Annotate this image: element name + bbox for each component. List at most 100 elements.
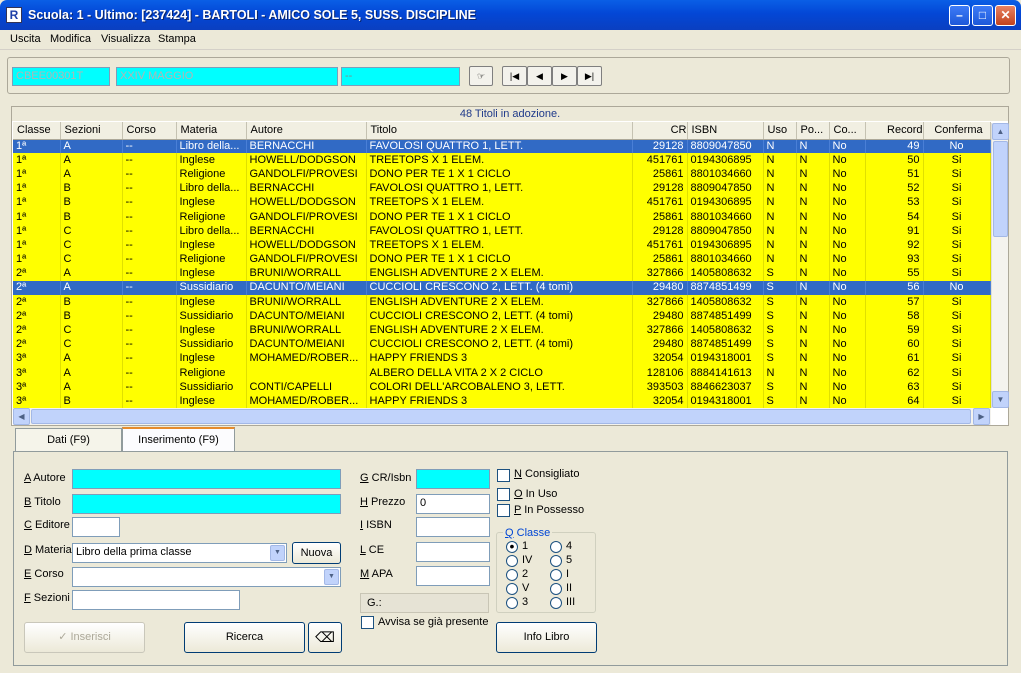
column-header[interactable]: CR [632, 122, 688, 140]
classe-radio[interactable] [550, 555, 562, 567]
table-row[interactable]: 2ª B -- Sussidiario DACUNTO/MEIANI CUCCIOLI C… [13, 309, 991, 324]
nav-first-button[interactable]: |◀ [502, 66, 527, 86]
apa-field[interactable] [416, 566, 490, 586]
titolo-field[interactable] [72, 494, 341, 514]
eraser-icon[interactable]: ⌫ [308, 622, 342, 653]
chevron-down-icon[interactable]: ▼ [324, 569, 339, 585]
table-row[interactable]: 2ª C -- Sussidiario DACUNTO/MEIANI CUCCIOLI C… [13, 337, 991, 352]
books-table[interactable]: Classe Sezioni Corso Materia Autore Titolo CR I… [13, 122, 991, 409]
table-cell: 393503 [632, 380, 688, 395]
table-row[interactable]: 3ª B -- Inglese MOHAMED/ROBER... HAPPY FRIEND… [13, 394, 991, 409]
tab-dati[interactable]: Dati (F9) [15, 428, 122, 452]
classe-radio[interactable]: • [506, 539, 518, 553]
table-cell: 62 [865, 366, 924, 381]
table-row[interactable]: 1ª B -- Inglese HOWELL/DODGSON TREETOPS X 1 E… [13, 195, 991, 210]
table-row[interactable]: 1ª B -- Libro della... BERNACCHI FAVOLOSI QUA… [13, 181, 991, 196]
menu-visualizza[interactable]: Visualizza [101, 33, 150, 45]
ce-field[interactable] [416, 542, 490, 562]
column-header[interactable]: Materia [176, 122, 247, 140]
table-row[interactable]: 2ª A -- Inglese BRUNI/WORRALL ENGLISH ADVENTU… [13, 266, 991, 281]
column-header[interactable]: Sezioni [60, 122, 123, 140]
nav-next-button[interactable]: ▶ [552, 66, 577, 86]
table-row[interactable]: 1ª A -- Inglese HOWELL/DODGSON TREETOPS X 1 E… [13, 153, 991, 168]
materia-select[interactable]: Libro della prima classe ▼ [72, 543, 287, 563]
consigliato-checkbox[interactable] [497, 469, 510, 482]
table-cell: -- [122, 380, 177, 395]
table-row[interactable]: 1ª C -- Religione GANDOLFI/PROVESI DONO PER T… [13, 252, 991, 267]
maximize-button[interactable]: □ [972, 5, 993, 26]
table-cell: ENGLISH ADVENTURE 2 X ELEM. [366, 295, 633, 310]
minimize-button[interactable]: – [949, 5, 970, 26]
table-cell: S [763, 380, 797, 395]
school-code-field[interactable]: CBEE00301T [12, 67, 110, 86]
avvisa-checkbox[interactable] [361, 616, 374, 629]
nav-prev-button[interactable]: ◀ [527, 66, 552, 86]
corso-select[interactable]: ▼ [72, 567, 341, 587]
column-header[interactable]: Co... [829, 122, 866, 140]
classe-radio[interactable] [506, 569, 518, 581]
classe-radio[interactable] [550, 569, 562, 581]
menu-stampa[interactable]: Stampa [158, 33, 196, 45]
vertical-scroll-thumb[interactable] [993, 141, 1008, 237]
vertical-scrollbar[interactable]: ▲ ▼ [991, 123, 1009, 408]
table-row[interactable]: 3ª A -- Inglese MOHAMED/ROBER... HAPPY FRIEND… [13, 351, 991, 366]
table-row[interactable]: 2ª B -- Inglese BRUNI/WORRALL ENGLISH ADVENTU… [13, 295, 991, 310]
info-libro-button[interactable]: Info Libro [496, 622, 597, 653]
table-row[interactable]: 1ª C -- Libro della... BERNACCHI FAVOLOSI QUA… [13, 224, 991, 239]
lookup-icon[interactable]: ☞ [469, 66, 493, 86]
table-cell: 8874851499 [687, 337, 764, 352]
column-header[interactable]: Po... [796, 122, 830, 140]
adoption-summary: 48 Titoli in adozione. [12, 107, 1008, 121]
sezioni-field[interactable] [72, 590, 240, 610]
table-row[interactable]: 3ª A -- Sussidiario CONTI/CAPELLI COLORI DELL… [13, 380, 991, 395]
in-uso-checkbox[interactable] [497, 488, 510, 501]
column-header[interactable]: Uso [763, 122, 797, 140]
menu-uscita[interactable]: Uscita [10, 33, 41, 45]
column-header[interactable]: Classe [13, 122, 61, 140]
editore-field[interactable] [72, 517, 120, 537]
table-row[interactable]: 1ª A -- Libro della... BERNACCHI FAVOLOSI QUA… [13, 139, 991, 154]
column-header[interactable]: Corso [122, 122, 177, 140]
inserisci-button[interactable]: ✓ Inserisci [24, 622, 145, 653]
nuova-button[interactable]: Nuova [292, 542, 341, 564]
chevron-down-icon[interactable]: ▼ [270, 545, 285, 561]
classe-radio[interactable] [506, 555, 518, 567]
scroll-down-icon[interactable]: ▼ [992, 391, 1009, 408]
column-header[interactable]: Autore [246, 122, 367, 140]
table-row[interactable]: 1ª C -- Inglese HOWELL/DODGSON TREETOPS X 1 E… [13, 238, 991, 253]
crisbn-field[interactable] [416, 469, 490, 489]
menu-modifica[interactable]: Modifica [50, 33, 91, 45]
column-header[interactable]: Record [865, 122, 924, 140]
close-button[interactable]: ✕ [995, 5, 1016, 26]
column-header[interactable]: Conferma [923, 122, 991, 140]
classe-radio[interactable] [506, 597, 518, 609]
horizontal-scrollbar[interactable]: ◀ ▶ [13, 408, 991, 425]
table-row[interactable]: 3ª A -- Religione ALBERO DELLA VITA 2 X 2 CI… [13, 366, 991, 381]
ricerca-button[interactable]: Ricerca [184, 622, 305, 653]
table-cell: 57 [865, 295, 924, 310]
classe-radio[interactable] [550, 541, 562, 553]
classe-radio[interactable] [506, 583, 518, 595]
horizontal-scroll-thumb[interactable] [31, 409, 971, 424]
autore-field[interactable] [72, 469, 341, 489]
nav-last-button[interactable]: ▶| [577, 66, 602, 86]
table-row[interactable]: 1ª A -- Religione GANDOLFI/PROVESI DONO PER T… [13, 167, 991, 182]
scroll-left-icon[interactable]: ◀ [13, 408, 30, 425]
table-cell: -- [122, 295, 177, 310]
school-name-field[interactable]: XXIV MAGGIO [116, 67, 338, 86]
column-header[interactable]: ISBN [687, 122, 764, 140]
classe-radio[interactable] [550, 597, 562, 609]
tab-inserimento[interactable]: Inserimento (F9) [122, 427, 235, 452]
prezzo-field[interactable]: 0 [416, 494, 490, 514]
table-row[interactable]: 1ª B -- Religione GANDOLFI/PROVESI DONO PER T… [13, 209, 991, 225]
table-row[interactable]: 2ª A -- Sussidiario DACUNTO/MEIANI CUCCIOLI C… [13, 280, 991, 296]
isbn-field[interactable] [416, 517, 490, 537]
table-row[interactable]: 2ª C -- Inglese BRUNI/WORRALL ENGLISH ADVENTU… [13, 323, 991, 338]
table-cell: GANDOLFI/PROVESI [246, 209, 367, 225]
scroll-right-icon[interactable]: ▶ [973, 408, 990, 425]
classe-radio[interactable] [550, 583, 562, 595]
scroll-up-icon[interactable]: ▲ [992, 123, 1009, 140]
in-possesso-checkbox[interactable] [497, 504, 510, 517]
school-extra-field[interactable]: -- [341, 67, 460, 86]
column-header[interactable]: Titolo [366, 122, 633, 140]
